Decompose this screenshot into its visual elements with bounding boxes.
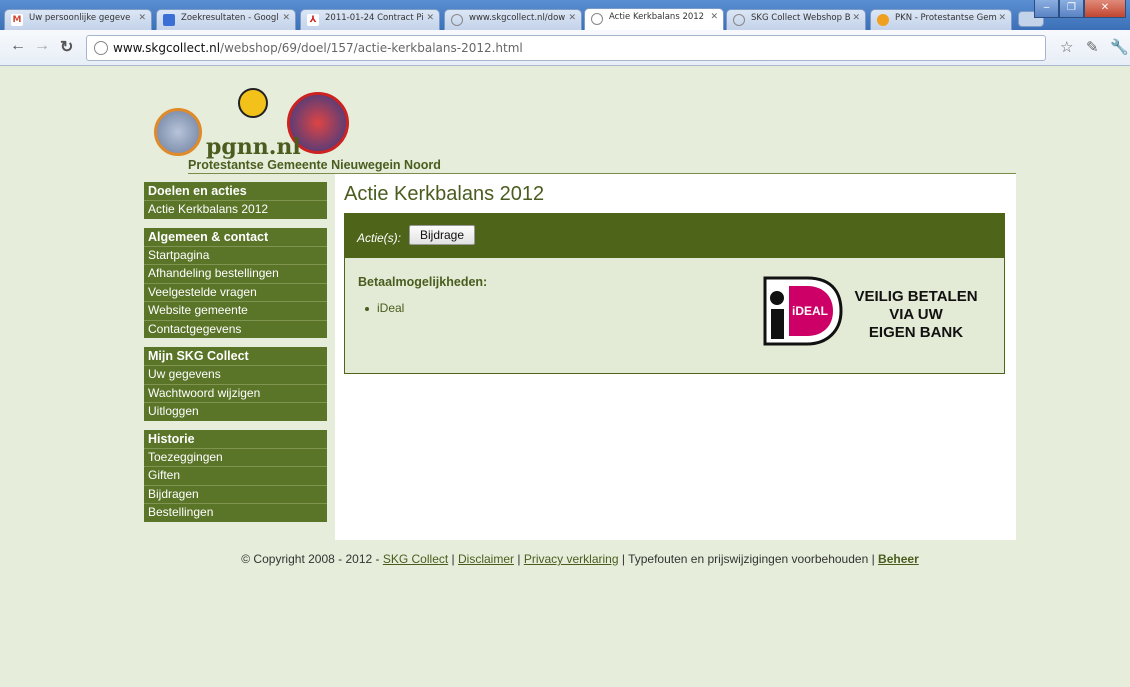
- globe-icon: [451, 14, 463, 26]
- beheer-link[interactable]: Beheer: [878, 552, 919, 566]
- close-tab-icon[interactable]: ✕: [998, 13, 1006, 23]
- globe-icon: [733, 14, 745, 26]
- sidebar-item-website[interactable]: Website gemeente: [144, 301, 327, 320]
- sidebar-group-algemeen: Algemeen & contact Startpagina Afhandeli…: [144, 227, 327, 339]
- browser-tab[interactable]: ⅄ 2011-01-24 Contract Pi ✕: [300, 9, 440, 30]
- sidebar-item-bestellingen[interactable]: Bestellingen: [144, 503, 327, 522]
- close-tab-icon[interactable]: ✕: [852, 13, 860, 23]
- bullet-icon: [365, 306, 369, 311]
- url-host: www.skgcollect.nl: [113, 41, 221, 55]
- promo-line: EIGEN BANK: [868, 324, 964, 341]
- sidebar-item-uitloggen[interactable]: Uitloggen: [144, 402, 327, 421]
- actions-bar: Actie(s): Bijdrage: [344, 213, 1005, 258]
- sidebar-group-mijn-skg: Mijn SKG Collect Uw gegevens Wachtwoord …: [144, 347, 327, 421]
- tab-label: Zoekresultaten - Googl: [181, 13, 279, 23]
- docs-icon: [163, 14, 175, 26]
- footer: © Copyright 2008 - 2012 - SKG Collect | …: [0, 552, 1130, 566]
- bookmark-star-icon[interactable]: ☆: [1060, 38, 1073, 56]
- wrench-icon[interactable]: 🔧: [1110, 38, 1129, 56]
- skg-collect-link[interactable]: SKG Collect: [383, 552, 448, 566]
- actions-label: Actie(s):: [357, 231, 402, 245]
- footer-separator: |: [514, 552, 524, 566]
- forward-arrow-icon[interactable]: →: [34, 37, 50, 55]
- close-window-button[interactable]: ✕: [1084, 0, 1126, 18]
- disclaimer-link[interactable]: Disclaimer: [458, 552, 514, 566]
- sidebar-item-afhandeling[interactable]: Afhandeling bestellingen: [144, 264, 327, 283]
- maximize-button[interactable]: ❐: [1059, 0, 1084, 18]
- footer-separator: |: [448, 552, 458, 566]
- sidebar-item-wachtwoord[interactable]: Wachtwoord wijzigen: [144, 383, 327, 403]
- copyright-text: © Copyright 2008 - 2012 -: [241, 552, 383, 566]
- bijdrage-button[interactable]: Bijdrage: [409, 225, 475, 245]
- tab-label: Uw persoonlijke gegeve: [29, 13, 131, 23]
- list-item: iDeal: [365, 301, 404, 315]
- pdf-icon: ⅄: [307, 14, 319, 26]
- close-tab-icon[interactable]: ✕: [568, 13, 576, 23]
- church-photo-icon: [154, 108, 202, 156]
- logo-text: pgnn.nl: [206, 134, 301, 160]
- site-subtitle: Protestantse Gemeente Nieuwegein Noord: [188, 158, 441, 172]
- tab-label: 2011-01-24 Contract Pi: [325, 13, 424, 23]
- sidebar-item-bijdragen[interactable]: Bijdragen: [144, 484, 327, 504]
- close-tab-icon[interactable]: ✕: [710, 12, 718, 22]
- window-controls: – ❐ ✕: [1034, 0, 1126, 18]
- payment-heading: Betaalmogelijkheden:: [358, 275, 488, 289]
- close-tab-icon[interactable]: ✕: [426, 13, 434, 23]
- payment-list: iDeal: [365, 301, 404, 315]
- sidebar-item-gegevens[interactable]: Uw gegevens: [144, 365, 327, 384]
- page-info-icon[interactable]: [94, 41, 108, 55]
- sidebar-item-toezeggingen[interactable]: Toezeggingen: [144, 447, 327, 467]
- url-path: /webshop/69/doel/157/actie-kerkbalans-20…: [220, 41, 523, 55]
- pkn-icon: [877, 14, 889, 26]
- sidebar-group-historie: Historie Toezeggingen Giften Bijdragen B…: [144, 429, 327, 522]
- page-title: Actie Kerkbalans 2012: [344, 183, 545, 205]
- gmail-icon: M: [11, 14, 23, 26]
- globe-icon: [591, 13, 603, 25]
- minimize-button[interactable]: –: [1034, 0, 1059, 18]
- reload-icon[interactable]: ↻: [60, 37, 73, 57]
- close-tab-icon[interactable]: ✕: [138, 13, 146, 23]
- sidebar-heading: Historie: [148, 431, 195, 446]
- sidebar-group-doelen: Doelen en acties Actie Kerkbalans 2012: [144, 182, 327, 219]
- tab-label: www.skgcollect.nl/dow: [469, 13, 566, 23]
- sidebar-item-faq[interactable]: Veelgestelde vragen: [144, 282, 327, 302]
- ideal-logo-text: iDEAL: [792, 304, 828, 318]
- payment-method-ideal: iDeal: [377, 301, 405, 315]
- tab-label: PKN - Protestantse Gem: [895, 13, 997, 23]
- tab-label: SKG Collect Webshop B: [751, 13, 851, 23]
- back-arrow-icon[interactable]: ←: [10, 37, 26, 55]
- browser-tab[interactable]: M Uw persoonlijke gegeve ✕: [4, 9, 152, 30]
- sidebar-item-startpagina[interactable]: Startpagina: [144, 245, 327, 265]
- ideal-logo: iDEAL: [763, 276, 843, 346]
- sidebar-item-contact[interactable]: Contactgegevens: [144, 319, 327, 339]
- browser-toolbar: ← → ↻ www.skgcollect.nl/webshop/69/doel/…: [0, 30, 1130, 66]
- privacy-link[interactable]: Privacy verklaring: [524, 552, 619, 566]
- browser-tabstrip: M Uw persoonlijke gegeve ✕ Zoekresultate…: [0, 0, 1130, 30]
- promo-line: VEILIG BETALEN: [854, 288, 978, 305]
- sidebar-heading: Algemeen & contact: [148, 229, 269, 244]
- browser-tab[interactable]: www.skgcollect.nl/dow ✕: [444, 9, 582, 30]
- browser-tab[interactable]: Zoekresultaten - Googl ✕: [156, 9, 296, 30]
- payment-box: Betaalmogelijkheden: iDeal iDEAL VEILIG …: [344, 258, 1005, 374]
- page-menu-icon[interactable]: ✎: [1086, 38, 1099, 56]
- tab-label: Actie Kerkbalans 2012: [609, 12, 705, 22]
- address-bar[interactable]: www.skgcollect.nl/webshop/69/doel/157/ac…: [86, 35, 1046, 61]
- browser-tab[interactable]: SKG Collect Webshop B ✕: [726, 9, 866, 30]
- browser-tab-active[interactable]: Actie Kerkbalans 2012 ✕: [584, 8, 724, 30]
- browser-tab[interactable]: PKN - Protestantse Gem ✕: [870, 9, 1012, 30]
- sidebar: Doelen en acties Actie Kerkbalans 2012 A…: [144, 182, 327, 531]
- secure-payment-text: VEILIG BETALEN VIA UW EIGEN BANK: [849, 288, 983, 342]
- sidebar-heading: Doelen en acties: [148, 184, 247, 198]
- promo-line: VIA UW: [889, 306, 943, 323]
- sidebar-item-actie-kerkbalans[interactable]: Actie Kerkbalans 2012: [144, 200, 327, 219]
- footer-notice: | Typefouten en prijswijzigingen voorbeh…: [618, 552, 879, 566]
- main-content: Actie Kerkbalans 2012 Actie(s): Bijdrage…: [335, 174, 1016, 540]
- close-tab-icon[interactable]: ✕: [282, 13, 290, 23]
- sidebar-item-giften[interactable]: Giften: [144, 466, 327, 485]
- candle-logo-icon: [238, 88, 268, 118]
- sidebar-heading: Mijn SKG Collect: [148, 349, 249, 363]
